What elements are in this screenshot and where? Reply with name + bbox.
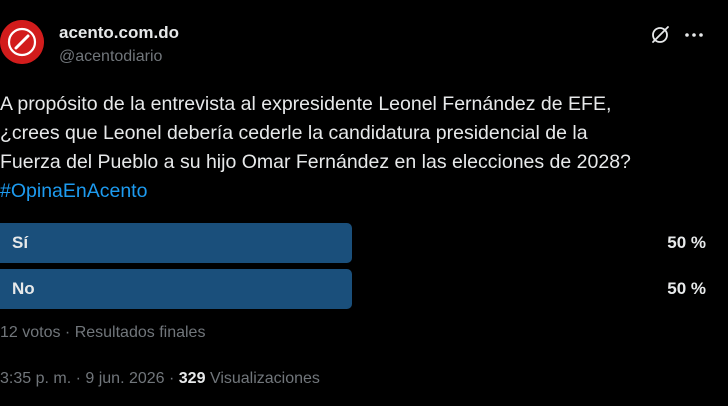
- acento-logo-icon: [0, 20, 44, 64]
- more-options-button[interactable]: [680, 21, 708, 49]
- tweet-date[interactable]: 9 jun. 2026: [85, 370, 164, 387]
- separator-dot: ·: [71, 370, 86, 387]
- poll-option-no: No 50 %: [0, 269, 710, 309]
- tweet-text-line: Fuerza del Pueblo a su hijo Omar Fernánd…: [0, 151, 631, 173]
- poll-option-label: No: [12, 279, 35, 298]
- poll-option-percent: 50 %: [667, 233, 706, 252]
- hashtag-link[interactable]: #OpinaEnAcento: [0, 177, 710, 206]
- tweet-text: A propósito de la entrevista al expresid…: [0, 90, 710, 206]
- avatar[interactable]: [0, 20, 44, 64]
- views-label: Visualizaciones: [209, 370, 320, 387]
- poll-vote-count: 12 votos: [0, 324, 61, 341]
- separator-dot: ·: [60, 324, 75, 341]
- display-name[interactable]: acento.com.do: [59, 23, 179, 43]
- slashed-circle-icon: [652, 26, 669, 43]
- poll-option-label: Sí: [12, 233, 29, 252]
- tweet-text-line: A propósito de la entrevista al expresid…: [0, 93, 612, 115]
- tweet-metadata: 3:35 p. m. · 9 jun. 2026 · 329 Visualiza…: [0, 370, 320, 388]
- separator-dot: ·: [164, 370, 179, 387]
- poll-option-si: Sí 50 %: [0, 223, 710, 263]
- poll-status: Resultados finales: [74, 324, 206, 341]
- poll-option-percent: 50 %: [667, 279, 706, 298]
- views-count[interactable]: 329: [179, 370, 206, 387]
- poll-summary: 12 votos · Resultados finales: [0, 324, 205, 342]
- more-dots-icon: [685, 33, 703, 37]
- grok-button[interactable]: [646, 21, 674, 49]
- poll-result-bar: [0, 223, 352, 263]
- poll-result-bar: [0, 269, 352, 309]
- tweet-text-line: ¿crees que Leonel debería cederle la can…: [0, 122, 588, 144]
- tweet-time[interactable]: 3:35 p. m.: [0, 370, 71, 387]
- account-handle[interactable]: @acentodiario: [59, 48, 162, 66]
